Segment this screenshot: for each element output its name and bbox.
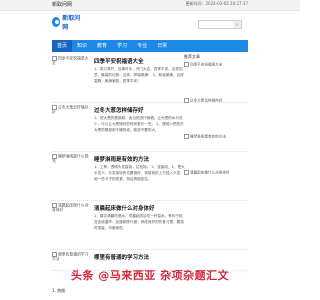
sidebar: 推荐文章 四季平安祝福语大全 过冬大葱怎样储存好 睡梦淋雨是有效的方法 清晨起床… [184,54,248,206]
article-thumbnail[interactable]: 哪里有普通的学习方法 [52,252,90,265]
article-thumbnail[interactable]: 清晨起床做什么对身体好 [52,203,90,216]
watermark-text: 头条 @马来西亚 杂项杂题汇文 [70,269,230,282]
list-item: 清晨起床做什么对身体好 清晨起床做什么对身体好 1、建议清晨吃喝水，早晨起床后吃… [52,201,248,250]
article-title[interactable]: 清晨起床做什么对身体好 [94,204,155,212]
article-title[interactable]: 哪里有普通的学习方法 [94,253,149,261]
sidebar-item[interactable]: 过冬大葱怎样储存好 [184,98,248,134]
image-icon [184,170,189,175]
nav-study[interactable]: 学习 [112,40,132,52]
header [0,10,300,38]
nav-home[interactable]: 首页 [52,40,73,52]
article-thumbnail[interactable]: 睡梦淋雨是什么预兆 [52,154,90,167]
image-icon [184,134,189,139]
logo-text: 新取问网 [62,15,81,31]
article-summary: 1、建议清晨吃喝水，早晨起床后吃一杯温水，有利于促进血液循环、加速新陈代谢；养成… [94,214,184,230]
watermark: 头条 @马来西亚 杂项杂题汇文 [0,268,300,282]
search-input[interactable] [199,31,235,38]
article-summary: 1、笑口常开，百事可乐，开门大吉，四季平安，吉祥如意，最高的礼物：吉祥，祥瑞美满… [94,67,184,83]
sidebar-item[interactable]: 清晨起床做什么对身体好 [184,170,248,206]
nav-knowledge[interactable]: 知识 [72,40,92,52]
search-box: ⌕ [198,20,242,38]
search-icon[interactable]: ⌕ [233,21,241,28]
image-icon [184,62,189,67]
main-nav: 首页 知识 教育 学习 专业 日常 [52,40,248,52]
site-logo[interactable]: 新取问网 [52,15,82,31]
footer-list-item[interactable]: 1. 热搜 [52,288,65,294]
site-name[interactable]: 新取问网 [52,1,72,8]
article-thumbnail[interactable]: 四季平安祝福语大全 [52,56,90,69]
sidebar-item[interactable]: 睡梦淋雨是有效的方法 [184,134,248,170]
article-title[interactable]: 睡梦淋雨是有效的方法 [94,155,149,163]
logo-icon [52,17,61,27]
sidebar-item[interactable]: 四季平安祝福语大全 [184,62,248,98]
update-time: 更新时间：2024-03-02 20:27:37 [185,1,248,6]
nav-education[interactable]: 教育 [92,40,112,52]
image-icon [184,98,189,103]
sidebar-heading: 推荐文章 [184,54,200,59]
article-title[interactable]: 四季平安祝福语大全 [94,57,144,65]
nav-daily[interactable]: 日常 [152,40,172,52]
article-summary: 1、把大葱的根部掰，适当的进行晾晒，让大葱的水分变少，可以让大葱储存的时间更长一… [94,116,184,132]
article-title[interactable]: 过冬大葱怎样储存好 [94,106,144,114]
article-thumbnail[interactable]: 过冬大葱怎样储存好 [52,105,90,118]
nav-major[interactable]: 专业 [132,40,152,52]
article-summary: 1、工具：透明头发接钩，拉松钩。 2、连接线，1、把大头发卡、头发接钩的位置调好… [94,165,185,181]
